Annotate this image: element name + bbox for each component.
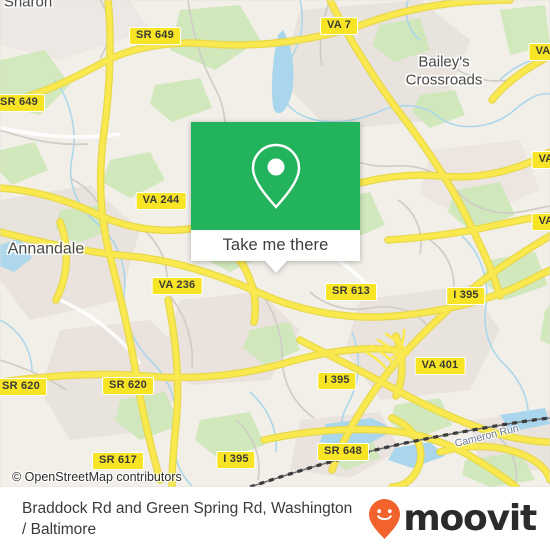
popup-image-placeholder: [191, 122, 360, 230]
bottom-info-bar: Braddock Rd and Green Spring Rd, Washing…: [0, 487, 550, 550]
location-title: Braddock Rd and Green Spring Rd, Washing…: [22, 499, 353, 538]
popup-action-label: Take me there: [222, 236, 329, 254]
location-popup-card[interactable]: Take me there: [191, 122, 360, 273]
moovit-pin-smiley-icon: [369, 498, 401, 539]
moovit-wordmark: moovit: [403, 497, 537, 539]
osm-attribution[interactable]: © OpenStreetMap contributors: [12, 470, 182, 484]
map-pin-icon: [251, 143, 300, 209]
map-view[interactable]: SR 649 SR 649 VA 7 VA VA 244 VA 236 SR 613 I 39…: [0, 0, 550, 487]
popup-action-footer[interactable]: Take me there: [191, 230, 360, 261]
moovit-map-screenshot: SR 649 SR 649 VA 7 VA VA 244 VA 236 SR 613 I 39…: [0, 0, 550, 550]
moovit-logo[interactable]: moovit: [368, 497, 537, 540]
popup-tail: [264, 261, 287, 273]
